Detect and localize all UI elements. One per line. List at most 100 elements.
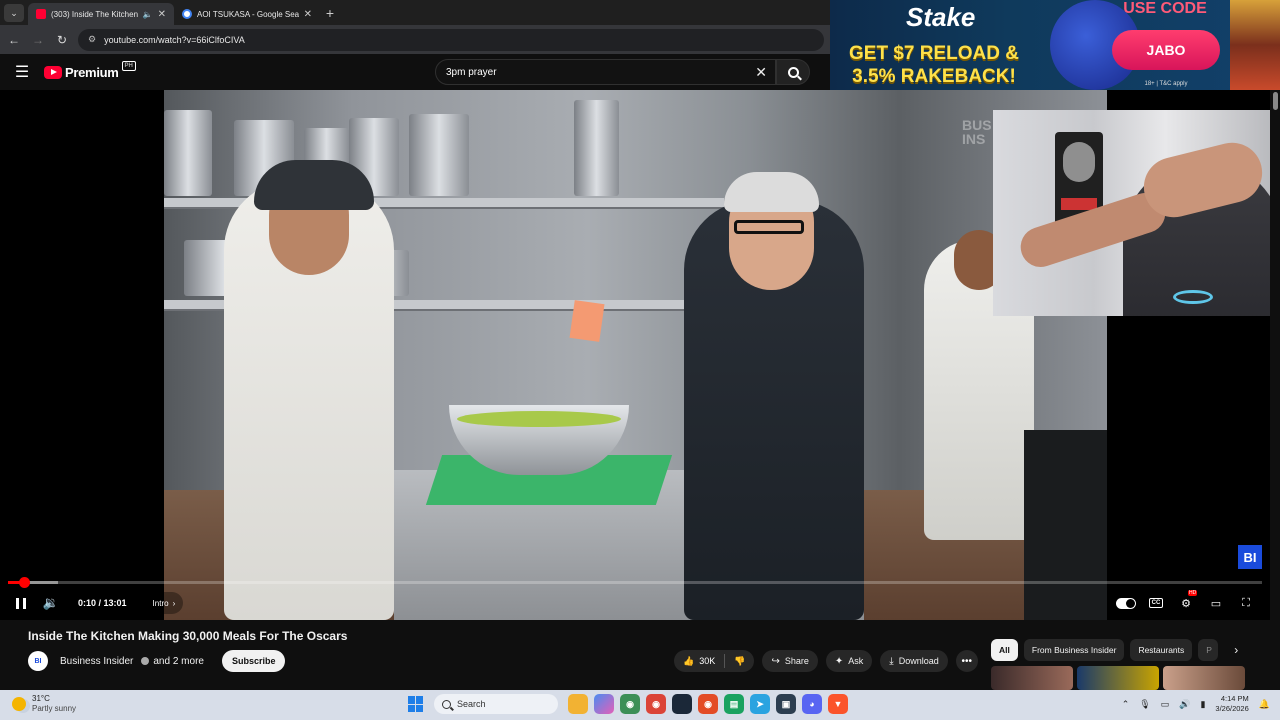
reload-icon[interactable]: ↻: [54, 32, 70, 48]
progress-bar[interactable]: [8, 577, 1262, 588]
fullscreen-icon: ⛶: [1242, 596, 1250, 609]
like-count: 30K: [699, 656, 716, 666]
download-button[interactable]: ⤓ Download: [880, 650, 948, 672]
site-info-icon[interactable]: ⚙: [88, 34, 96, 45]
search-input[interactable]: 3pm prayer ✕: [435, 59, 776, 85]
dislike-button[interactable]: 👎: [725, 650, 754, 672]
chrome-alt-icon[interactable]: ◉: [646, 694, 666, 714]
related-thumbnail[interactable]: [1077, 666, 1159, 690]
sticky-note: [569, 300, 605, 342]
subscribe-button[interactable]: Subscribe: [221, 650, 286, 672]
channel-avatar[interactable]: BI: [28, 651, 48, 671]
telegram-icon[interactable]: ➤: [750, 694, 770, 714]
search-button[interactable]: [776, 59, 810, 85]
battery-icon[interactable]: ▮: [1200, 699, 1205, 710]
video-frame[interactable]: BUS INS: [164, 90, 1107, 620]
related-thumbnail[interactable]: [991, 666, 1073, 690]
youtube-play-icon: [44, 65, 62, 79]
related-thumbnail[interactable]: [1163, 666, 1245, 690]
ad-headline: GET $7 RELOAD & 3.5% RAKEBACK!: [849, 43, 1019, 87]
page-scrollbar[interactable]: [1270, 90, 1280, 690]
new-tab-button[interactable]: +: [320, 3, 340, 23]
subtitles-button[interactable]: CC: [1144, 591, 1168, 615]
chrome-badge-icon[interactable]: ◉: [698, 694, 718, 714]
ask-label: Ask: [848, 656, 864, 666]
discord-icon[interactable]: ◕: [802, 694, 822, 714]
back-arrow-icon[interactable]: ←: [6, 32, 22, 48]
clear-search-icon[interactable]: ✕: [755, 64, 767, 81]
chip-all[interactable]: All: [991, 639, 1018, 661]
tab-search-button[interactable]: ⌄: [4, 4, 24, 22]
chrome-icon[interactable]: ◉: [620, 694, 640, 714]
collaborators-link[interactable]: and 2 more: [153, 656, 204, 667]
ad-code-button[interactable]: JABO: [1112, 30, 1220, 70]
like-button[interactable]: 👍 30K: [674, 650, 724, 672]
notes-icon[interactable]: ▤: [724, 694, 744, 714]
browser-tab-google[interactable]: AOI TSUKASA - Google Search ✕: [174, 3, 320, 25]
menu-icon[interactable]: ☰: [0, 62, 44, 82]
chevron-up-icon[interactable]: ⌃: [1122, 699, 1130, 710]
file-explorer-icon[interactable]: [568, 694, 588, 714]
video-info: Inside The Kitchen Making 30,000 Meals F…: [0, 620, 1270, 690]
settings-button[interactable]: ⚙ HD: [1174, 590, 1198, 615]
chip-from-channel[interactable]: From Business Insider: [1023, 639, 1125, 661]
video-actions: 👍 30K 👎 ↪ Share ✦ Ask ⤓ Download •••: [674, 650, 978, 672]
scrollbar-thumb[interactable]: [1273, 92, 1278, 110]
ask-button[interactable]: ✦ Ask: [825, 650, 873, 672]
ad-use-code: USE CODE: [1123, 0, 1207, 17]
like-dislike-group: 👍 30K 👎: [674, 650, 755, 672]
chip-truncated[interactable]: P: [1198, 639, 1219, 661]
thumbs-down-icon: 👎: [734, 655, 746, 666]
chevron-right-icon[interactable]: ›: [1234, 643, 1238, 657]
volume-icon[interactable]: 🔊: [1179, 699, 1190, 710]
close-tab-icon[interactable]: ✕: [158, 9, 166, 20]
speaker-icon[interactable]: 🔈: [143, 10, 153, 19]
autoplay-toggle[interactable]: [1114, 591, 1138, 615]
taskbar-apps: Search ◉ ◉ ◉ ▤ ➤ ▣ ◕ ▼: [408, 694, 848, 714]
volume-button[interactable]: 🔉: [36, 591, 66, 615]
more-actions-button[interactable]: •••: [955, 650, 978, 672]
copilot-icon[interactable]: [594, 694, 614, 714]
weather-widget[interactable]: 31°C Partly sunny: [12, 694, 76, 714]
theater-mode-button[interactable]: ▭: [1204, 591, 1228, 615]
windows-taskbar: 31°C Partly sunny Search ◉ ◉ ◉ ▤ ➤ ▣ ◕ ▼…: [0, 690, 1280, 720]
brave-icon[interactable]: ▼: [828, 694, 848, 714]
chapter-button[interactable]: Intro ›: [144, 592, 184, 614]
stake-ad-banner[interactable]: Stake GET $7 RELOAD & 3.5% RAKEBACK! USE…: [830, 0, 1280, 90]
country-code: PH: [121, 60, 136, 71]
thumbs-up-icon: 👍: [683, 655, 695, 666]
fullscreen-button[interactable]: ⛶: [1234, 591, 1258, 615]
pause-button[interactable]: [6, 591, 36, 615]
tab-title: (303) Inside The Kitchen Ma: [51, 9, 138, 19]
progress-scrubber[interactable]: [19, 577, 31, 588]
share-button[interactable]: ↪ Share: [762, 650, 818, 672]
channel-watermark[interactable]: BI: [1238, 545, 1262, 569]
senior-chef: [684, 172, 864, 620]
url-text: youtube.com/watch?v=66iClfoCIVA: [104, 34, 245, 45]
forward-arrow-icon[interactable]: →: [30, 32, 46, 48]
chevron-right-icon: ›: [172, 598, 176, 608]
microphone-icon[interactable]: 🎙: [1139, 699, 1150, 710]
pot: [574, 100, 619, 196]
gear-icon: ⚙: [1181, 597, 1191, 610]
notification-icon[interactable]: 🔔: [1259, 699, 1270, 710]
clock[interactable]: 4:14 PM 3/26/2026: [1215, 694, 1248, 714]
windows-start-icon[interactable]: [408, 696, 424, 712]
sparkle-icon: ✦: [834, 655, 844, 667]
related-thumbnails: [991, 666, 1245, 690]
steam-icon[interactable]: [672, 694, 692, 714]
close-tab-icon[interactable]: ✕: [304, 9, 312, 20]
taskbar-search-label: Search: [457, 699, 486, 709]
youtube-logo[interactable]: Premium PH: [44, 60, 136, 80]
address-bar[interactable]: ⚙ youtube.com/watch?v=66iClfoCIVA: [78, 28, 824, 51]
screen: ⌄ (303) Inside The Kitchen Ma 🔈 ✕ AOI TS…: [0, 0, 1280, 720]
network-icon[interactable]: ▭: [1161, 699, 1170, 710]
chip-restaurants[interactable]: Restaurants: [1130, 639, 1193, 661]
browser-tab-youtube[interactable]: (303) Inside The Kitchen Ma 🔈 ✕: [28, 3, 174, 25]
pause-icon: [16, 597, 26, 609]
taskbar-search[interactable]: Search: [434, 694, 558, 714]
app-icon[interactable]: ▣: [776, 694, 796, 714]
clock-time: 4:14 PM: [1220, 694, 1249, 703]
channel-name[interactable]: Business Insider: [60, 656, 133, 667]
google-favicon-icon: [182, 9, 192, 19]
